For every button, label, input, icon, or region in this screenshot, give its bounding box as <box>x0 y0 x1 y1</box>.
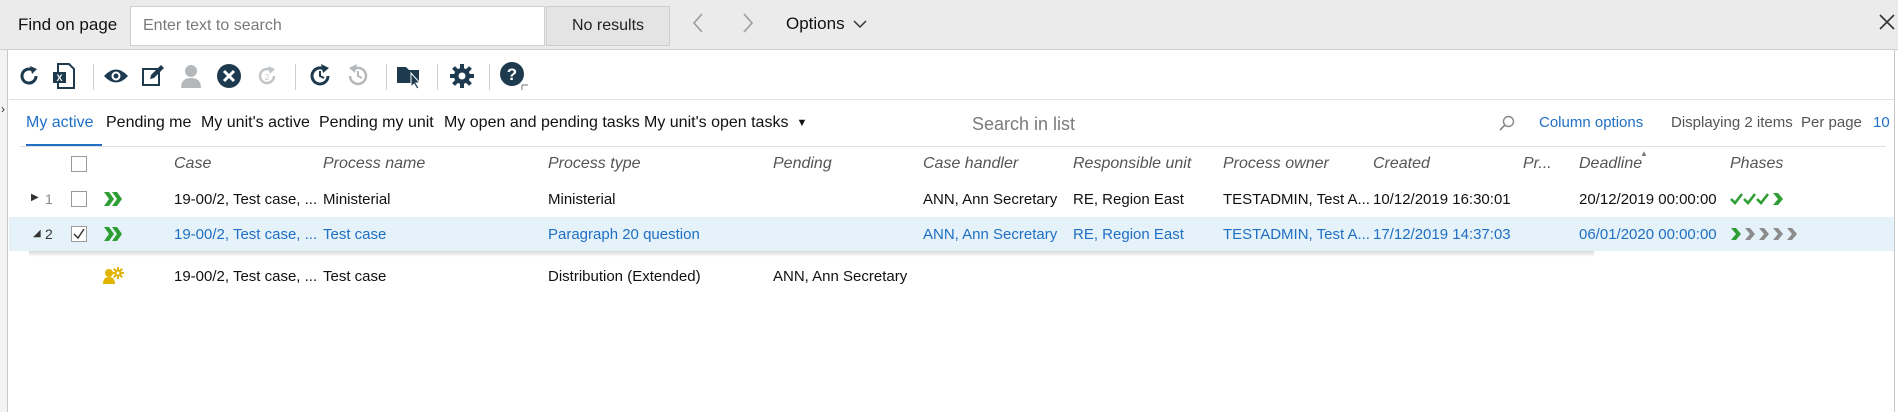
case-list-window: Find on page No results Options › X <box>0 0 1898 412</box>
column-options-link[interactable]: Column options <box>1539 114 1643 131</box>
settings-icon[interactable] <box>447 62 477 90</box>
column-header-pending[interactable]: Pending <box>773 155 832 173</box>
cancel-icon[interactable] <box>214 62 244 90</box>
column-header-deadline[interactable]: Deadline <box>1579 155 1642 173</box>
disabled-refresh-icon: 2 <box>252 62 282 90</box>
help-icon[interactable]: ? <box>499 62 529 90</box>
search-icon[interactable] <box>1499 115 1515 136</box>
find-bar: Find on page No results Options <box>0 0 1898 50</box>
process-status-icon <box>104 227 124 246</box>
case-handler-cell: ANN, Ann Secretary <box>923 191 1058 208</box>
tab-pending-my-unit[interactable]: Pending my unit <box>319 114 434 132</box>
search-list-input[interactable] <box>972 109 1522 139</box>
row-number: 2 <box>45 226 53 242</box>
options-button[interactable]: Options <box>786 14 867 34</box>
excel-export-icon[interactable]: X <box>49 62 79 90</box>
deadline-cell: 20/12/2019 00:00:00 <box>1579 191 1717 208</box>
created-cell: 10/12/2019 16:30:01 <box>1373 191 1511 208</box>
svg-text:X: X <box>56 73 62 83</box>
table-header: Case Process name Process type Pending C… <box>9 147 1894 181</box>
svg-text:2: 2 <box>265 73 270 82</box>
list-tabs: My active Pending me My unit's active Pe… <box>9 100 1894 146</box>
caret-down-icon[interactable]: ▼ <box>796 117 807 129</box>
process-name-cell: Test case <box>323 226 387 243</box>
process-status-icon <box>104 192 124 211</box>
edit-icon[interactable] <box>138 62 168 90</box>
expand-panel-icon[interactable]: › <box>1 102 5 116</box>
column-header-priority[interactable]: Pr... <box>1523 155 1552 173</box>
column-header-created[interactable]: Created <box>1373 155 1430 173</box>
phases-progress-icon <box>1730 227 1802 246</box>
case-cell[interactable]: 19-00/2, Test case, ... <box>174 191 317 208</box>
chevron-left-icon[interactable] <box>686 12 710 40</box>
column-header-process-name[interactable]: Process name <box>323 155 425 173</box>
per-page-label: Per page <box>1801 114 1862 131</box>
select-all-checkbox[interactable] <box>71 156 87 172</box>
toolbar-divider <box>437 64 438 90</box>
column-header-case-handler[interactable]: Case handler <box>923 155 1018 173</box>
process-name-cell: Test case <box>323 268 387 285</box>
table-row-selected[interactable]: ◢ 2 19-00/2, Test case, ... Test case Pa… <box>9 217 1894 251</box>
toolbar-divider <box>386 64 387 90</box>
svg-text:?: ? <box>507 65 517 84</box>
phases-completed-icon <box>1730 191 1790 212</box>
find-label: Find on page <box>18 15 118 34</box>
tab-pending-me[interactable]: Pending me <box>106 114 191 132</box>
history-icon <box>343 62 373 90</box>
case-handler-cell: ANN, Ann Secretary <box>923 226 1058 243</box>
find-results-count: No results <box>546 6 670 46</box>
toolbar: X 2 ? <box>9 50 1894 100</box>
responsible-unit-cell: RE, Region East <box>1073 191 1184 208</box>
row-checkbox-checked[interactable] <box>71 226 87 242</box>
row-number: 1 <box>45 191 53 207</box>
find-input[interactable] <box>130 6 545 46</box>
process-owner-cell: TESTADMIN, Test A... <box>1223 191 1370 208</box>
tab-my-active[interactable]: My active <box>26 114 94 132</box>
view-icon[interactable] <box>101 62 131 90</box>
process-name-cell: Ministerial <box>323 191 391 208</box>
table-row[interactable]: ▶ 1 19-00/2, Test case, ... Ministerial … <box>9 184 1894 214</box>
pending-cell: ANN, Ann Secretary <box>773 268 908 285</box>
column-header-case[interactable]: Case <box>174 155 211 173</box>
toolbar-divider <box>295 64 296 90</box>
tab-my-units-active[interactable]: My unit's active <box>201 114 310 132</box>
chevron-right-icon[interactable] <box>736 12 760 40</box>
close-icon[interactable] <box>1878 10 1896 38</box>
case-cell[interactable]: 19-00/2, Test case, ... <box>174 268 317 285</box>
responsible-unit-cell: RE, Region East <box>1073 226 1184 243</box>
row-checkbox[interactable] <box>71 191 87 207</box>
row-shadow <box>29 251 1594 257</box>
column-header-process-type[interactable]: Process type <box>548 155 640 173</box>
process-type-cell: Ministerial <box>548 191 616 208</box>
created-cell: 17/12/2019 14:37:03 <box>1373 226 1511 243</box>
process-type-cell: Paragraph 20 question <box>548 226 700 243</box>
tab-my-units-open-tasks[interactable]: My unit's open tasks ▼ <box>644 114 807 132</box>
refresh-icon[interactable] <box>14 62 44 90</box>
chevron-down-icon <box>853 17 867 32</box>
options-label: Options <box>786 14 845 33</box>
restart-icon[interactable] <box>305 62 335 90</box>
process-type-cell: Distribution (Extended) <box>548 268 701 285</box>
tab-label: My unit's open tasks <box>644 114 789 131</box>
task-users-icon <box>103 267 125 290</box>
user-icon <box>176 62 206 90</box>
table-row-subtask[interactable]: 19-00/2, Test case, ... Test case Distri… <box>9 261 1894 293</box>
folder-open-icon[interactable] <box>395 62 425 90</box>
tab-my-open-and-pending-tasks[interactable]: My open and pending tasks <box>444 114 640 132</box>
collapse-row-icon[interactable]: ◢ <box>33 228 41 239</box>
per-page-select[interactable]: 10 <box>1873 114 1890 131</box>
expand-row-icon[interactable]: ▶ <box>31 192 39 203</box>
process-owner-cell: TESTADMIN, Test A... <box>1223 226 1370 243</box>
toolbar-divider <box>489 64 490 90</box>
right-panel-edge <box>1894 50 1898 412</box>
items-count: Displaying 2 items <box>1671 114 1793 131</box>
deadline-cell: 06/01/2020 00:00:00 <box>1579 226 1717 243</box>
column-header-phases[interactable]: Phases <box>1730 155 1783 173</box>
column-header-responsible-unit[interactable]: Responsible unit <box>1073 155 1191 173</box>
column-header-process-owner[interactable]: Process owner <box>1223 155 1329 173</box>
toolbar-divider <box>93 64 94 90</box>
case-cell[interactable]: 19-00/2, Test case, ... <box>174 226 317 243</box>
left-panel-edge[interactable]: › <box>0 50 8 412</box>
